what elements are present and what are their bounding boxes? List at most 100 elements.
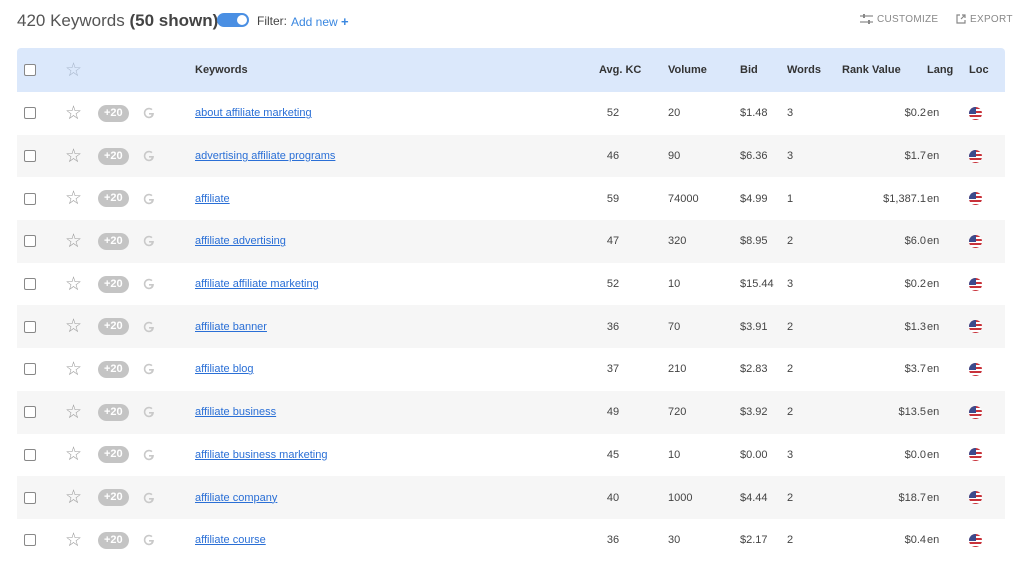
keyword-count-title: 420 Keywords (50 shown) bbox=[17, 11, 218, 31]
loc-cell bbox=[969, 519, 982, 562]
keyword-link[interactable]: affiliate blog bbox=[195, 363, 254, 375]
add-new-label: Add new bbox=[291, 15, 338, 29]
row-checkbox[interactable] bbox=[24, 491, 36, 504]
words-cell: 3 bbox=[787, 448, 794, 461]
row-checkbox[interactable] bbox=[24, 363, 36, 376]
star-icon[interactable]: ☆ bbox=[65, 147, 82, 166]
keyword-link[interactable]: about affiliate marketing bbox=[195, 107, 312, 119]
keyword-link[interactable]: affiliate affiliate marketing bbox=[195, 278, 319, 290]
plus-20-badge[interactable]: +20 bbox=[98, 489, 129, 507]
row-star-cell: ☆ bbox=[65, 305, 82, 348]
plus-20-badge[interactable]: +20 bbox=[98, 318, 129, 336]
column-loc[interactable]: Loc bbox=[969, 48, 989, 92]
star-icon[interactable]: ☆ bbox=[65, 531, 82, 550]
export-button[interactable]: EXPORT bbox=[956, 14, 1013, 25]
row-checkbox[interactable] bbox=[24, 235, 36, 248]
row-google-cell bbox=[142, 92, 156, 135]
bid-cell: $3.91 bbox=[740, 320, 768, 333]
keyword-link[interactable]: affiliate business bbox=[195, 406, 276, 418]
customize-button[interactable]: CUSTOMIZE bbox=[860, 14, 938, 25]
toolbar: 420 Keywords (50 shown) Filter: Add new … bbox=[0, 0, 1024, 44]
star-icon[interactable]: ☆ bbox=[65, 189, 82, 208]
rank-value-cell: $3.7 bbox=[904, 363, 926, 376]
star-icon[interactable]: ☆ bbox=[65, 232, 82, 251]
row-checkbox[interactable] bbox=[24, 278, 36, 291]
keyword-link[interactable]: affiliate banner bbox=[195, 321, 267, 333]
star-icon[interactable]: ☆ bbox=[65, 275, 82, 294]
keyword-link[interactable]: affiliate advertising bbox=[195, 235, 286, 247]
row-checkbox[interactable] bbox=[24, 150, 36, 163]
avg-kc-cell: 46 bbox=[606, 150, 620, 163]
filter-toggle[interactable] bbox=[217, 13, 249, 27]
keyword-cell: affiliate blog bbox=[195, 348, 254, 391]
google-icon[interactable] bbox=[142, 491, 156, 505]
google-icon[interactable] bbox=[142, 320, 156, 334]
words-cell: 2 bbox=[787, 235, 794, 248]
keyword-link[interactable]: affiliate course bbox=[195, 534, 266, 546]
row-checkbox[interactable] bbox=[24, 107, 36, 120]
avg-kc-cell: 47 bbox=[606, 235, 620, 248]
keyword-link[interactable]: affiliate business marketing bbox=[195, 449, 327, 461]
star-icon[interactable]: ☆ bbox=[65, 360, 82, 379]
google-icon[interactable] bbox=[142, 362, 156, 376]
column-lang[interactable]: Lang bbox=[927, 48, 953, 92]
add-new-filter-button[interactable]: Add new + bbox=[291, 14, 349, 29]
star-icon[interactable]: ☆ bbox=[65, 488, 82, 507]
plus-20-badge[interactable]: +20 bbox=[98, 446, 129, 464]
star-icon[interactable]: ☆ bbox=[65, 445, 82, 464]
row-checkbox[interactable] bbox=[24, 320, 36, 333]
column-keywords[interactable]: Keywords bbox=[195, 48, 248, 92]
google-icon[interactable] bbox=[142, 405, 156, 419]
row-star-cell: ☆ bbox=[65, 434, 82, 477]
google-icon[interactable] bbox=[142, 149, 156, 163]
row-checkbox[interactable] bbox=[24, 448, 36, 461]
row-checkbox[interactable] bbox=[24, 192, 36, 205]
plus-20-badge[interactable]: +20 bbox=[98, 403, 129, 421]
star-icon[interactable]: ☆ bbox=[65, 317, 82, 336]
keyword-link[interactable]: affiliate bbox=[195, 193, 230, 205]
bid-cell: $4.99 bbox=[740, 192, 768, 205]
column-volume[interactable]: Volume bbox=[668, 48, 707, 92]
table-row: ☆ +20 affiliate banner 36 70 $3.91 2 $1.… bbox=[17, 305, 1005, 349]
plus-20-badge[interactable]: +20 bbox=[98, 275, 129, 293]
keyword-link[interactable]: advertising affiliate programs bbox=[195, 150, 335, 162]
row-checkbox[interactable] bbox=[24, 534, 36, 547]
star-icon[interactable]: ☆ bbox=[65, 403, 82, 422]
volume-cell: 90 bbox=[668, 150, 681, 163]
google-icon[interactable] bbox=[142, 106, 156, 120]
plus-20-badge[interactable]: +20 bbox=[98, 190, 129, 208]
row-select-cell bbox=[24, 177, 36, 220]
bid-cell: $4.44 bbox=[740, 491, 768, 504]
column-avg-kc[interactable]: Avg. KC bbox=[599, 48, 641, 92]
words-cell: 2 bbox=[787, 320, 794, 333]
table-header: ☆ Keywords Avg. KC Volume Bid Words Rank… bbox=[17, 48, 1005, 92]
loc-cell bbox=[969, 263, 982, 306]
star-icon[interactable]: ☆ bbox=[65, 104, 82, 123]
plus-icon: + bbox=[341, 14, 349, 29]
avg-kc-cell: 40 bbox=[606, 491, 620, 504]
row-checkbox[interactable] bbox=[24, 406, 36, 419]
column-bid[interactable]: Bid bbox=[740, 48, 758, 92]
plus-20-badge[interactable]: +20 bbox=[98, 360, 129, 378]
us-flag-icon bbox=[969, 405, 982, 419]
plus-20-badge[interactable]: +20 bbox=[98, 104, 129, 122]
star-icon[interactable]: ☆ bbox=[65, 61, 82, 80]
rank-value-cell: $18.7 bbox=[898, 491, 926, 504]
keyword-link[interactable]: affiliate company bbox=[195, 492, 277, 504]
select-all-checkbox[interactable] bbox=[24, 64, 36, 76]
google-icon[interactable] bbox=[142, 277, 156, 291]
row-select-cell bbox=[24, 135, 36, 178]
column-words[interactable]: Words bbox=[787, 48, 821, 92]
plus-20-badge[interactable]: +20 bbox=[98, 147, 129, 165]
google-icon[interactable] bbox=[142, 533, 156, 547]
keywords-table: ☆ Keywords Avg. KC Volume Bid Words Rank… bbox=[17, 48, 1005, 562]
google-icon[interactable] bbox=[142, 234, 156, 248]
column-rank-value[interactable]: Rank Value bbox=[842, 48, 901, 92]
avg-kc-cell: 37 bbox=[606, 363, 620, 376]
loc-cell bbox=[969, 177, 982, 220]
google-icon[interactable] bbox=[142, 192, 156, 206]
google-icon[interactable] bbox=[142, 448, 156, 462]
table-row: ☆ +20 affiliate course 36 30 $2.17 2 $0.… bbox=[17, 519, 1005, 562]
plus-20-badge[interactable]: +20 bbox=[98, 232, 129, 250]
plus-20-badge[interactable]: +20 bbox=[98, 531, 129, 549]
